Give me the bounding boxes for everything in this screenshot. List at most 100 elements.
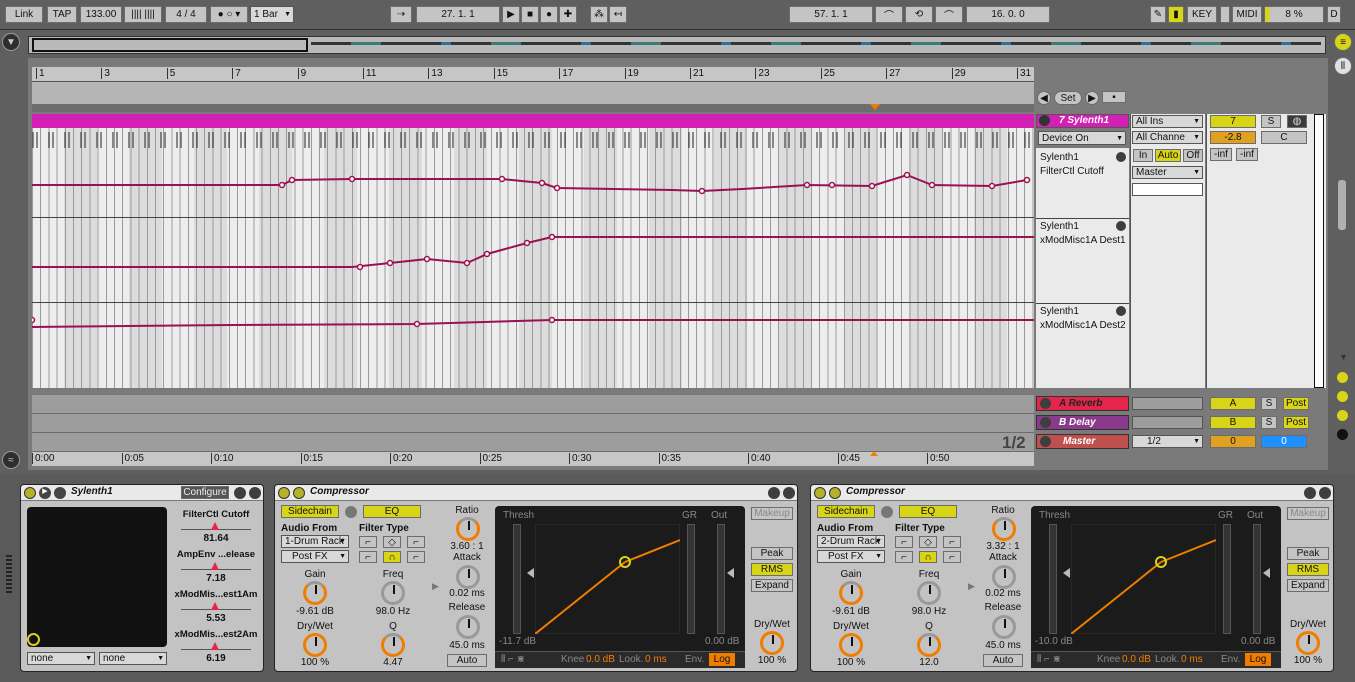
monitor-in-button[interactable]: In	[1133, 149, 1153, 162]
loop-brace[interactable]	[32, 104, 1034, 112]
drywet-knob[interactable]	[760, 631, 784, 655]
ratio-knob[interactable]	[992, 517, 1016, 541]
return-a-post[interactable]: Post	[1283, 397, 1309, 410]
attack-knob[interactable]	[456, 565, 480, 589]
master-track[interactable]: Master	[1036, 434, 1129, 449]
sidechain-tap-menu[interactable]: Post FX	[281, 550, 349, 563]
return-a-solo[interactable]: S	[1261, 397, 1277, 410]
headphone-icon[interactable]	[345, 506, 357, 518]
quantize-menu[interactable]: 1 Bar	[250, 6, 294, 23]
return-a-fold-button[interactable]	[1040, 398, 1051, 409]
return-track-b[interactable]: B Delay	[1036, 415, 1129, 430]
arrangement-forward-button[interactable]: ▶	[1085, 91, 1099, 105]
solo-button[interactable]: S	[1261, 115, 1281, 128]
automation-lanes[interactable]	[32, 128, 1034, 388]
pan-field[interactable]: C	[1261, 131, 1307, 144]
track-header[interactable]: 7 Sylenth1	[1036, 114, 1129, 128]
midi-map-button[interactable]: MIDI	[1232, 6, 1262, 23]
out-handle[interactable]	[1263, 568, 1270, 578]
filter-peak-button[interactable]: ∩	[919, 551, 937, 563]
punch-in-button[interactable]: ⌒	[875, 6, 903, 23]
beat-ruler[interactable]: 1 3 5 7 9 11 13 15 17 19 21 23 25 27 29 31	[32, 67, 1034, 82]
sc-gain-knob[interactable]	[839, 581, 863, 605]
device-chooser[interactable]: Device On	[1038, 131, 1126, 145]
synth-param-slider[interactable]	[181, 562, 251, 570]
return-b-activator[interactable]: B	[1210, 416, 1256, 429]
sends-toggle-button[interactable]	[1337, 391, 1348, 402]
filter-lowshelf-button[interactable]: ⌐	[359, 536, 377, 548]
metronome-button[interactable]: ● ○ ▾	[210, 6, 248, 23]
sidechain-toggle[interactable]: Sidechain	[281, 505, 339, 518]
release-knob[interactable]	[992, 615, 1016, 639]
draw-mode-button[interactable]: ✎	[1150, 6, 1166, 23]
filter-highshelf-button[interactable]: ⌐	[943, 536, 961, 548]
master-pan[interactable]: 0	[1261, 435, 1307, 448]
knee-value[interactable]: 0.0 dB	[1122, 654, 1151, 665]
out-meter[interactable]	[1253, 524, 1261, 634]
sylenth-save-button[interactable]	[249, 487, 261, 499]
output-channel-field[interactable]	[1132, 183, 1203, 196]
rms-button[interactable]: RMS	[751, 563, 793, 576]
monitor-off-button[interactable]: Off	[1183, 149, 1203, 162]
lookahead-value[interactable]: 0 ms	[645, 654, 667, 665]
input-type-menu[interactable]: All Ins	[1132, 115, 1203, 128]
return-b-fold-button[interactable]	[1040, 417, 1051, 428]
master-output-menu[interactable]: 1/2	[1132, 435, 1203, 448]
out-handle[interactable]	[727, 568, 734, 578]
follow-button[interactable]: ⇢	[390, 6, 412, 23]
play-button[interactable]: ▶	[502, 6, 520, 23]
knee-value[interactable]: 0.0 dB	[586, 654, 615, 665]
eq-toggle[interactable]: EQ	[363, 505, 421, 518]
lookahead-value[interactable]: 0 ms	[1181, 654, 1203, 665]
filter-lowpass-button[interactable]: ⌐	[895, 551, 913, 563]
sylenth-fold-button[interactable]: ▶	[39, 487, 51, 499]
thresh-handle[interactable]	[1063, 568, 1070, 578]
filter-highpass-button[interactable]: ⌐	[943, 551, 961, 563]
q-knob[interactable]	[917, 633, 941, 657]
input-channel-menu[interactable]: All Channe	[1132, 131, 1203, 144]
headphone-icon[interactable]	[881, 506, 893, 518]
punch-out-button[interactable]: ⌒	[935, 6, 963, 23]
link-button[interactable]: Link	[5, 6, 43, 23]
return-b-post[interactable]: Post	[1283, 416, 1309, 429]
sc-drywet-knob[interactable]	[303, 633, 327, 657]
graph-mode-icons[interactable]: ⫴ ⌐ ⋇	[1037, 654, 1061, 665]
compressor-save-button[interactable]	[783, 487, 795, 499]
sidechain-source-menu[interactable]: 2-Drum Rack	[817, 535, 885, 548]
remove-lane-button[interactable]	[1116, 306, 1126, 316]
key-map-button[interactable]: KEY	[1187, 6, 1217, 23]
xy-x-param-menu[interactable]: none	[27, 652, 95, 665]
xy-pad[interactable]	[27, 507, 167, 647]
record-button[interactable]: ●	[540, 6, 558, 23]
thresh-handle[interactable]	[527, 568, 534, 578]
loop-start-field[interactable]: 57. 1. 1	[789, 6, 873, 23]
compressor-hotswap-button[interactable]	[768, 487, 780, 499]
monitor-auto-button[interactable]: Auto	[1155, 149, 1181, 162]
expand-button[interactable]: Expand	[1287, 579, 1329, 592]
filter-lowpass-button[interactable]: ⌐	[359, 551, 377, 563]
track-activator[interactable]: 7	[1210, 115, 1256, 128]
time-ruler[interactable]: 0:00 0:05 0:10 0:15 0:20 0:25 0:30 0:35 0:40 0:45…	[32, 452, 1034, 466]
arrangement-back-button[interactable]: ◀	[1037, 91, 1051, 105]
expand-button[interactable]: Expand	[751, 579, 793, 592]
return-b-solo[interactable]: S	[1261, 416, 1277, 429]
volume-field[interactable]: -2.8	[1210, 131, 1256, 144]
makeup-button[interactable]: Makeup	[751, 507, 793, 520]
compressor-fold-button[interactable]	[829, 487, 841, 499]
overview-strip[interactable]	[28, 36, 1326, 54]
filter-bandpass-button[interactable]: ◇	[383, 536, 401, 548]
compression-display[interactable]: Thresh GR Out -10.0 dB 0.00 dB ⫴ ⌐ ⋇ Kne…	[1031, 506, 1281, 668]
drywet-knob[interactable]	[1296, 631, 1320, 655]
attack-knob[interactable]	[992, 565, 1016, 589]
synth-param-slider[interactable]	[181, 522, 251, 530]
ratio-knob[interactable]	[456, 517, 480, 541]
rms-button[interactable]: RMS	[1287, 563, 1329, 576]
arrangement-view-button[interactable]: ⦀	[1334, 57, 1352, 75]
thresh-meter[interactable]	[513, 524, 521, 634]
return-a-activator[interactable]: A	[1210, 397, 1256, 410]
filter-highshelf-button[interactable]: ⌐	[407, 536, 425, 548]
automation-curves[interactable]	[32, 128, 1034, 388]
sidechain-source-menu[interactable]: 1-Drum Rack	[281, 535, 349, 548]
compressor-save-button[interactable]	[1319, 487, 1331, 499]
sidechain-toggle[interactable]: Sidechain	[817, 505, 875, 518]
